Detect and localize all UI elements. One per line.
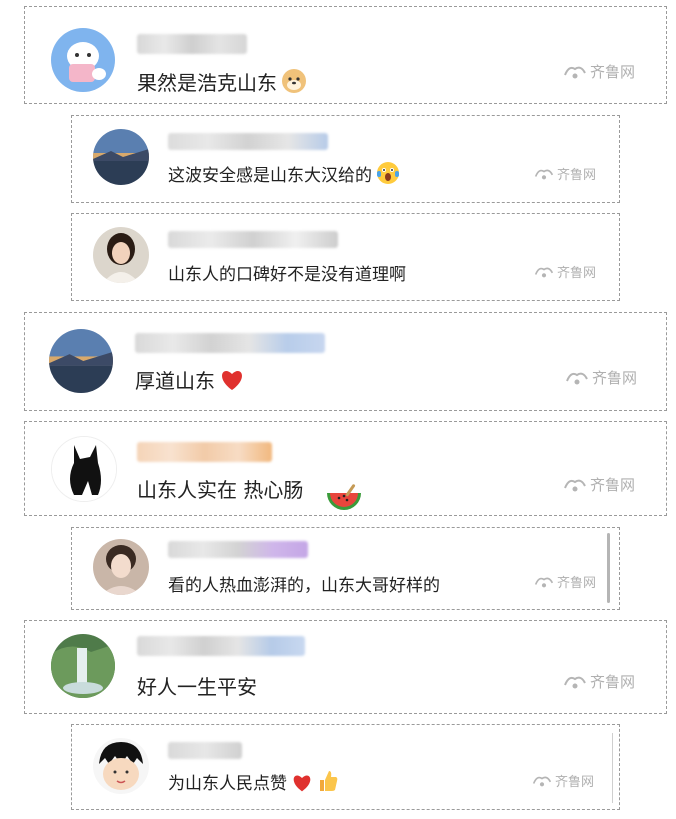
qilu-logo-icon (534, 267, 554, 277)
lake-sunset-avatar[interactable] (49, 329, 113, 393)
watermark: 齐鲁网 (534, 572, 596, 591)
username-blurred[interactable] (137, 442, 272, 462)
lake-sunset-avatar[interactable] (93, 129, 149, 185)
comment-card: 果然是浩克山东 齐鲁网 (24, 6, 667, 104)
username-blurred[interactable] (168, 231, 338, 248)
comment-card: 好人一生平安 齐鲁网 (24, 620, 667, 714)
qilu-logo-icon (564, 66, 586, 78)
waterfall-avatar[interactable] (51, 634, 115, 698)
cartoon-girl-avatar[interactable] (93, 738, 149, 794)
reply-card: 看的人热血澎湃的，山东大哥好样的 齐鲁网 (71, 527, 620, 610)
qilu-logo-icon (534, 577, 554, 587)
comment-text: 山东人实在 热心肠 (137, 474, 363, 518)
qilu-logo-icon (534, 169, 554, 179)
qilu-logo-icon (564, 479, 586, 491)
comment-card: 厚道山东 齐鲁网 (24, 312, 667, 411)
woman-selfie-avatar[interactable] (93, 539, 149, 595)
watermelon-emoji (325, 483, 363, 518)
watermark: 齐鲁网 (534, 164, 596, 183)
divider (612, 733, 613, 803)
qilu-logo-icon (532, 776, 552, 786)
girl-photo-avatar[interactable] (93, 227, 149, 283)
reply-card: 这波安全感是山东大汉给的 齐鲁网 (71, 115, 620, 203)
watermark: 齐鲁网 (534, 262, 596, 281)
watermark: 齐鲁网 (563, 474, 635, 495)
username-blurred[interactable] (168, 742, 242, 759)
username-blurred[interactable] (137, 34, 247, 54)
watermark: 齐鲁网 (563, 61, 635, 82)
watermark: 齐鲁网 (565, 367, 637, 388)
comment-text: 好人一生平安 (137, 675, 257, 699)
wow-emoji (376, 161, 400, 190)
cartoon-avatar[interactable] (51, 28, 115, 92)
thumbs-up-emoji (317, 769, 339, 798)
scrollbar[interactable] (607, 533, 610, 603)
reply-card: 为山东人民点赞 齐鲁网 (71, 724, 620, 810)
comment-text: 这波安全感是山东大汉给的 (168, 161, 400, 190)
username-blurred[interactable] (137, 636, 305, 656)
qilu-logo-icon (564, 676, 586, 688)
watermark: 齐鲁网 (563, 671, 635, 692)
comment-card: 山东人实在 热心肠 齐鲁网 (24, 421, 667, 516)
comment-text: 看的人热血澎湃的，山东大哥好样的 (168, 576, 440, 596)
red-heart-emoji (219, 368, 245, 397)
username-blurred[interactable] (168, 133, 328, 150)
red-heart-emoji (291, 773, 313, 798)
username-blurred[interactable] (135, 333, 325, 353)
watermark: 齐鲁网 (532, 771, 594, 790)
comment-text: 果然是浩克山东 (137, 67, 307, 99)
comment-text: 为山东人民点赞 (168, 769, 339, 798)
black-cat-avatar[interactable] (51, 436, 117, 502)
comment-text: 山东人的口碑好不是没有道理啊 (168, 265, 406, 285)
comment-text: 厚道山东 (135, 365, 245, 397)
reply-card: 山东人的口碑好不是没有道理啊 齐鲁网 (71, 213, 620, 301)
username-blurred[interactable] (168, 541, 308, 558)
qilu-logo-icon (566, 372, 588, 384)
doge-emoji (281, 68, 307, 99)
